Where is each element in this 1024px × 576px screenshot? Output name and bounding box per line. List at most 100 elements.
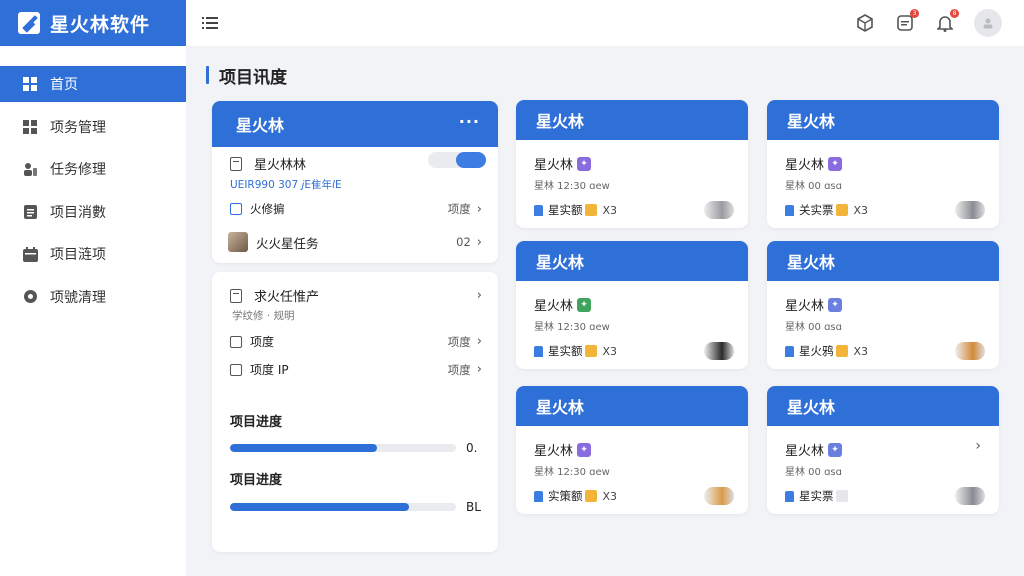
- card-title: 星火林 ✦: [534, 440, 592, 459]
- sidebar-item-cleanup[interactable]: 项號清理: [0, 279, 186, 315]
- pin-icon: [785, 490, 794, 502]
- topbar: 3 8: [186, 0, 1024, 46]
- pin-icon: [534, 204, 543, 216]
- people-icon: [22, 161, 38, 177]
- sidebar-item-label: 项目消數: [50, 204, 106, 221]
- chevron-right-icon: ›: [476, 234, 482, 250]
- project-card[interactable]: 星火林 星火林 ✦ 星林 12:30 ɑew 实策额 X3: [516, 386, 748, 514]
- document-icon: [230, 288, 242, 303]
- tag-icon: ✦: [577, 297, 592, 312]
- card-meta: 星林 00 ɑsɑ: [785, 467, 842, 478]
- document-icon: [230, 156, 242, 171]
- project-card[interactable]: 星火林 星火林 ✦ 星林 12:30 ɑew 星实额 X3: [516, 100, 748, 228]
- task-toggle[interactable]: [428, 152, 486, 168]
- pin-icon: [534, 345, 543, 357]
- sidebar-item-tasks[interactable]: 任务修理: [0, 151, 186, 187]
- progress-value: 0.: [466, 441, 478, 455]
- sidebar-item-home[interactable]: 首页: [0, 66, 186, 102]
- card-meta: 星林 00 ɑsɑ: [785, 181, 842, 192]
- message-badge: 3: [910, 9, 919, 18]
- clipboard-icon: [22, 204, 38, 220]
- chevron-right-icon[interactable]: ›: [975, 438, 981, 454]
- calendar-icon: [22, 246, 38, 262]
- app-name: 星火林软件: [50, 13, 151, 36]
- progress-bar: [230, 503, 456, 511]
- brand[interactable]: 星火林软件: [0, 0, 186, 46]
- card-header: 星火林: [767, 241, 999, 281]
- task-member-row[interactable]: 火火星任务 02 ›: [228, 232, 482, 252]
- tag-icon: ✦: [828, 442, 843, 457]
- message-icon[interactable]: 3: [894, 9, 919, 34]
- task-panel-header: 星火林 ···: [212, 101, 498, 147]
- toggle-knob: [456, 152, 486, 168]
- user-avatar[interactable]: [974, 9, 1002, 37]
- member-avatar: [955, 487, 985, 505]
- sidebar-item-project-data[interactable]: 项目消數: [0, 194, 186, 230]
- member-avatar: [955, 201, 985, 219]
- menu-toggle-icon[interactable]: [200, 13, 220, 33]
- grid-icon: [22, 76, 38, 92]
- page-title: 项目讯度: [206, 64, 287, 88]
- card-title: 星火林 ✦: [785, 154, 843, 173]
- label-icon: [835, 490, 848, 502]
- pin-icon: [785, 345, 794, 357]
- task-meta: 学纹修 · 规明: [232, 310, 295, 322]
- member-avatar: [955, 342, 985, 360]
- sidebar-item-label: 项务管理: [50, 119, 106, 136]
- sidebar-item-project-management[interactable]: 项务管理: [0, 109, 186, 145]
- package-icon[interactable]: [854, 12, 876, 34]
- card-count: X3: [853, 344, 869, 358]
- sidebar-item-label: 任务修理: [50, 162, 106, 178]
- more-icon[interactable]: ···: [459, 112, 480, 131]
- label-icon: [835, 204, 848, 216]
- sidebar-item-project-items[interactable]: 项目涟项: [0, 236, 186, 272]
- task-subitem[interactable]: 火修掮 项度 ›: [230, 201, 482, 217]
- chevron-right-icon: ›: [476, 201, 482, 217]
- task-row[interactable]: 求火任惟产 ›: [230, 286, 482, 305]
- card-count: X3: [853, 203, 869, 217]
- card-footer: 星实额 X3: [534, 343, 617, 359]
- card-meta: 星林 00 ɑsɑ: [785, 322, 842, 333]
- card-title: 星火林 ✦: [785, 295, 843, 314]
- card-title: 星火林 ✦: [534, 295, 592, 314]
- sidebar-item-label: 项目涟项: [50, 247, 106, 263]
- project-card[interactable]: 星火林 星火林 ✦ 星林 12:30 ɑew 星实额 X3: [516, 241, 748, 369]
- project-card[interactable]: 星火林 星火林 ✦ 星林 00 ɑsɑ 关实票 X3: [767, 100, 999, 228]
- card-footer: 实策额 X3: [534, 488, 617, 504]
- tag-icon: ✦: [577, 156, 592, 171]
- progress-label: 项目进度: [230, 473, 283, 488]
- project-card[interactable]: 星火林 星火林 ✦ 星林 00 ɑsɑ 星火鸦 X3: [767, 241, 999, 369]
- member-avatar: [704, 201, 734, 219]
- checkbox[interactable]: [230, 203, 242, 215]
- label-icon: [584, 490, 597, 502]
- card-header: 星火林: [767, 386, 999, 426]
- bell-icon[interactable]: 8: [934, 9, 959, 34]
- card-title: 星火林 ✦: [785, 440, 843, 459]
- card-footer: 关实票 X3: [785, 202, 868, 218]
- tag-icon: ✦: [828, 156, 843, 171]
- progress-fill: [230, 444, 377, 452]
- checkbox[interactable]: [230, 335, 242, 348]
- card-header: 星火林: [767, 100, 999, 140]
- card-footer: 星实票: [785, 488, 854, 504]
- chevron-right-icon: ›: [476, 334, 482, 349]
- card-title: 星火林 ✦: [534, 154, 592, 173]
- grid-icon: [22, 119, 38, 135]
- card-header: 星火林: [516, 100, 748, 140]
- member-avatar: [704, 342, 734, 360]
- project-card[interactable]: 星火林 星火林 ✦ 星林 00 ɑsɑ 星实票 ›: [767, 386, 999, 514]
- card-footer: 星实额 X3: [534, 202, 617, 218]
- member-avatar: [704, 487, 734, 505]
- label-icon: [835, 345, 848, 357]
- task-subitem[interactable]: 项度 项度 ›: [230, 333, 482, 350]
- card-meta: 星林 12:30 ɑew: [534, 322, 610, 333]
- sidebar-item-label: 首页: [50, 77, 78, 93]
- task-subitem[interactable]: 项度 IP 项度 ›: [230, 361, 482, 378]
- label-icon: [584, 204, 597, 216]
- chevron-right-icon: ›: [476, 288, 482, 303]
- tag-icon: ✦: [577, 442, 592, 457]
- checkbox[interactable]: [230, 363, 242, 376]
- task-row[interactable]: 星火林林: [230, 154, 306, 173]
- tag-icon: ✦: [828, 297, 843, 312]
- progress-label: 项目进度: [230, 415, 283, 430]
